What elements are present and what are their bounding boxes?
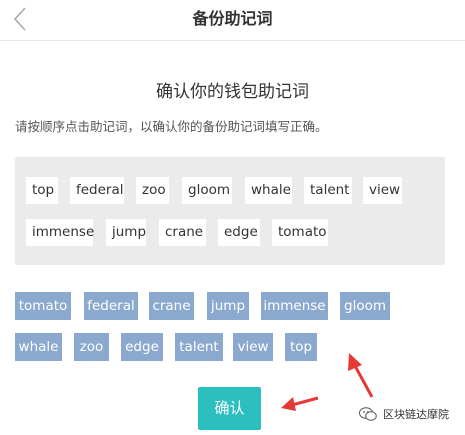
pool-word[interactable]: gloom [182, 177, 232, 204]
selected-word[interactable]: whale [15, 333, 62, 361]
word-pool: top federal zoo gloom whale talent view … [15, 157, 445, 265]
selected-word[interactable]: jump [207, 292, 249, 320]
selected-word[interactable]: crane [149, 292, 194, 320]
pool-word[interactable]: whale [245, 177, 292, 204]
arrow-to-selected-words [348, 353, 374, 398]
pool-word[interactable]: top [26, 177, 58, 204]
selected-word[interactable]: tomato [15, 292, 71, 320]
selected-word[interactable]: top [285, 333, 317, 361]
selected-word[interactable]: talent [175, 333, 223, 361]
selected-word[interactable]: federal [84, 292, 138, 320]
selected-word[interactable]: gloom [340, 292, 390, 320]
wechat-icon [359, 407, 377, 421]
pool-word[interactable]: talent [304, 177, 352, 204]
selected-word[interactable]: edge [121, 333, 163, 361]
pool-word[interactable]: immense [26, 219, 94, 246]
arrow-to-confirm [281, 396, 319, 411]
selected-word[interactable]: immense [261, 292, 328, 320]
selected-word[interactable]: zoo [74, 333, 109, 361]
pool-word[interactable]: tomato [272, 219, 328, 246]
selected-word[interactable]: view [233, 333, 273, 361]
instruction-text: 请按顺序点击助记词，以确认你的备份助记词填写正确。 [15, 119, 328, 134]
pool-word[interactable]: jump [106, 219, 146, 246]
confirm-button[interactable]: 确认 [198, 387, 261, 430]
watermark: 区块链达摩院 [358, 404, 449, 424]
pool-word[interactable]: federal [70, 177, 124, 204]
pool-word[interactable]: crane [159, 219, 206, 246]
pool-word[interactable]: zoo [136, 177, 169, 204]
watermark-text: 区块链达摩院 [383, 408, 449, 421]
page-title: 备份助记词 [192, 9, 273, 28]
pool-word[interactable]: view [363, 177, 402, 204]
confirm-title: 确认你的钱包助记词 [156, 82, 309, 102]
app-header: 备份助记词 [0, 0, 465, 41]
pool-word[interactable]: edge [218, 219, 260, 246]
